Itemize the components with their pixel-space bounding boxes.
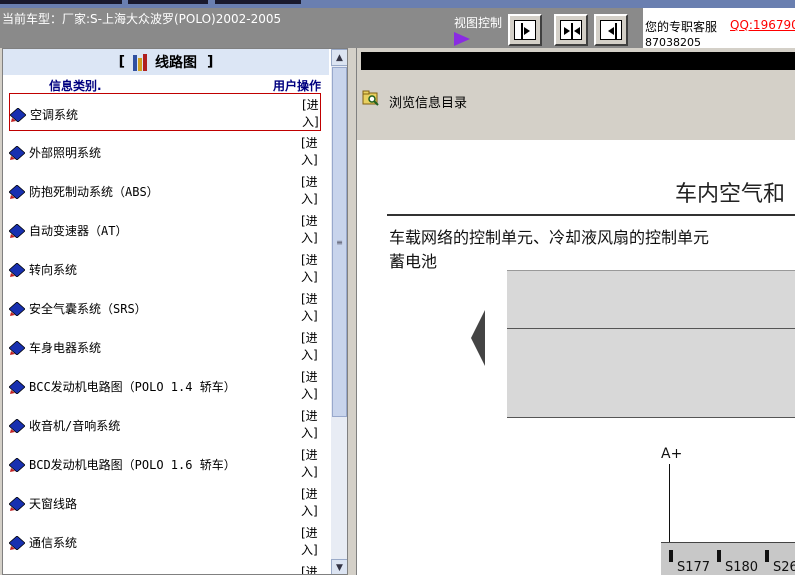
enter-link[interactable]: [进入] [301,486,321,520]
list-item[interactable]: 收音机/音响系统 [进入] [8,405,321,443]
enter-link[interactable]: [进入] [301,330,321,364]
diamond-bullet-icon [8,145,26,161]
list-item-label[interactable]: 通信系统 [29,534,77,551]
list-item-label[interactable]: 安全气囊系统（SRS） [29,300,147,317]
arrow-left-icon [600,20,622,40]
fuse-pin [717,550,721,562]
scroll-up-button[interactable]: ▲ [331,49,347,66]
diamond-bullet-icon [8,535,26,551]
title-bracket-left: [ [118,54,125,70]
enter-link[interactable]: [进入] [302,97,322,131]
list-item-label[interactable]: 外部照明系统 [29,144,101,161]
diagram-component-box [507,270,795,418]
diamond-bullet-icon [8,340,26,356]
split-arrows-icon [560,20,582,40]
list-item-label[interactable]: 车身电器系统 [29,339,101,356]
books-icon [131,53,149,71]
diagram-title: 车内空气和 [675,182,786,207]
support-box: 您的专职客服 QQ:196790 87038205 [643,8,795,49]
enter-link[interactable]: [进入] [301,369,321,403]
browse-catalog-bar[interactable]: 浏览信息目录 [357,84,795,114]
left-panel: [ 线路图 ] 信息类别. 用户操作 空调系统 [进入] 外部照明系统 [进入] 防抱死… [2,48,348,575]
diamond-bullet-icon [9,107,27,123]
list-item[interactable]: 自动变速器（AT） [进入] [8,210,321,248]
diamond-bullet-icon [8,379,26,395]
enter-link[interactable]: [进入] [301,291,321,325]
diamond-bullet-icon [8,223,26,239]
car-model-text: 当前车型：厂家:S-上海大众波罗(POLO)2002-2005 [2,12,282,26]
support-qq-link[interactable]: QQ:196790 [730,18,795,32]
list-item-label[interactable]: 空调系统 [30,106,78,123]
list-item-label[interactable]: BCC发动机电路图（POLO 1.4 轿车） [29,378,236,395]
right-panel: 浏览信息目录 车内空气和 车载网络的控制单元、冷却液风扇的控制单元 蓄电池 A+… [356,48,795,575]
fuse-pin [765,550,769,562]
enter-link[interactable]: [进入] [301,252,321,286]
view-right-pane-button[interactable] [508,14,542,46]
view-left-pane-button[interactable] [594,14,628,46]
support-label: 您的专职客服 [645,20,718,34]
list-item[interactable]: 空调系统 [进入] [9,93,321,131]
top-strip [0,0,795,8]
wiring-diagram: 车内空气和 车载网络的控制单元、冷却液风扇的控制单元 蓄电池 A+ S177 S… [357,140,795,575]
diagram-wire [669,464,670,544]
enter-link[interactable]: [进入] [301,525,321,559]
diagram-title-rule [387,214,795,216]
arrow-right-icon [514,20,536,40]
title-bracket-right: ] [207,54,214,70]
view-control-label: 视图控制 [454,16,503,30]
list-item[interactable]: 天窗线路 [进入] [8,483,321,521]
diagram-subtitle-line2: 蓄电池 [389,252,438,271]
list-item-label[interactable]: 收音机/音响系统 [29,417,120,434]
view-control-arrow-icon [454,32,470,46]
diamond-bullet-icon [8,184,26,200]
browse-catalog-label[interactable]: 浏览信息目录 [389,92,467,111]
list-item[interactable]: 车身电器系统 [进入] [8,327,321,365]
enter-link[interactable]: [进入] [301,564,321,574]
column-header-operation: 用户操作 [273,79,322,93]
top-bar: 当前车型：厂家:S-上海大众波罗(POLO)2002-2005 视图控制 您的专… [0,0,795,49]
list-item[interactable]: 通信系统 [进入] [8,522,321,560]
enter-link[interactable]: [进入] [301,447,321,481]
list-item-label[interactable]: 转向系统 [29,261,77,278]
fuse-label: S180 [725,560,759,575]
list-item-label[interactable]: BCD发动机电路图（POLO 1.6 轿车） [29,456,236,473]
list-item[interactable]: 转向系统 [进入] [8,249,321,287]
left-scrollbar[interactable]: ▲ ≡ ▼ [331,49,347,574]
enter-link[interactable]: [进入] [301,408,321,442]
diamond-bullet-icon [8,301,26,317]
diamond-bullet-icon [8,418,26,434]
folder-search-icon [362,90,380,106]
diamond-bullet-icon [8,496,26,512]
diamond-bullet-icon [8,457,26,473]
list-item[interactable]: BCC发动机电路图（POLO 1.4 轿车） [进入] [8,366,321,404]
list-item-label[interactable]: 自动变速器（AT） [29,222,127,239]
fuse-label: S26 [773,560,795,575]
left-panel-title: 线路图 [155,55,197,71]
scroll-thumb[interactable]: ≡ [332,67,347,417]
right-panel-titlebar [361,52,795,70]
diagram-a-plus-label: A+ [661,446,683,462]
enter-link[interactable]: [进入] [301,213,321,247]
enter-link[interactable]: [进入] [301,174,321,208]
list-item[interactable]: BCD发动机电路图（POLO 1.6 轿车） [进入] [8,444,321,482]
diamond-bullet-icon [8,262,26,278]
list-item[interactable]: 安全气囊系统（SRS） [进入] [8,288,321,326]
view-split-button[interactable] [554,14,588,46]
list-item[interactable]: 外部照明系统 [进入] [8,132,321,170]
fuse-label: S177 [677,560,711,575]
list-item[interactable]: [进入] [9,561,321,574]
diagram-prev-arrow-icon[interactable] [471,310,485,366]
diagram-subtitle-line1: 车载网络的控制单元、冷却液风扇的控制单元 [389,228,710,247]
column-headers: 信息类别. 用户操作 [3,75,329,93]
fuse-pin [669,550,673,562]
column-header-category: 信息类别. [49,79,102,93]
list-item[interactable]: 防抱死制动系统（ABS） [进入] [8,171,321,209]
list-item-label[interactable]: 防抱死制动系统（ABS） [29,183,159,200]
list-item-label[interactable]: 天窗线路 [29,495,77,512]
enter-link[interactable]: [进入] [301,135,321,169]
left-panel-header: [ 线路图 ] [3,49,329,75]
scroll-down-button[interactable]: ▼ [331,559,347,574]
